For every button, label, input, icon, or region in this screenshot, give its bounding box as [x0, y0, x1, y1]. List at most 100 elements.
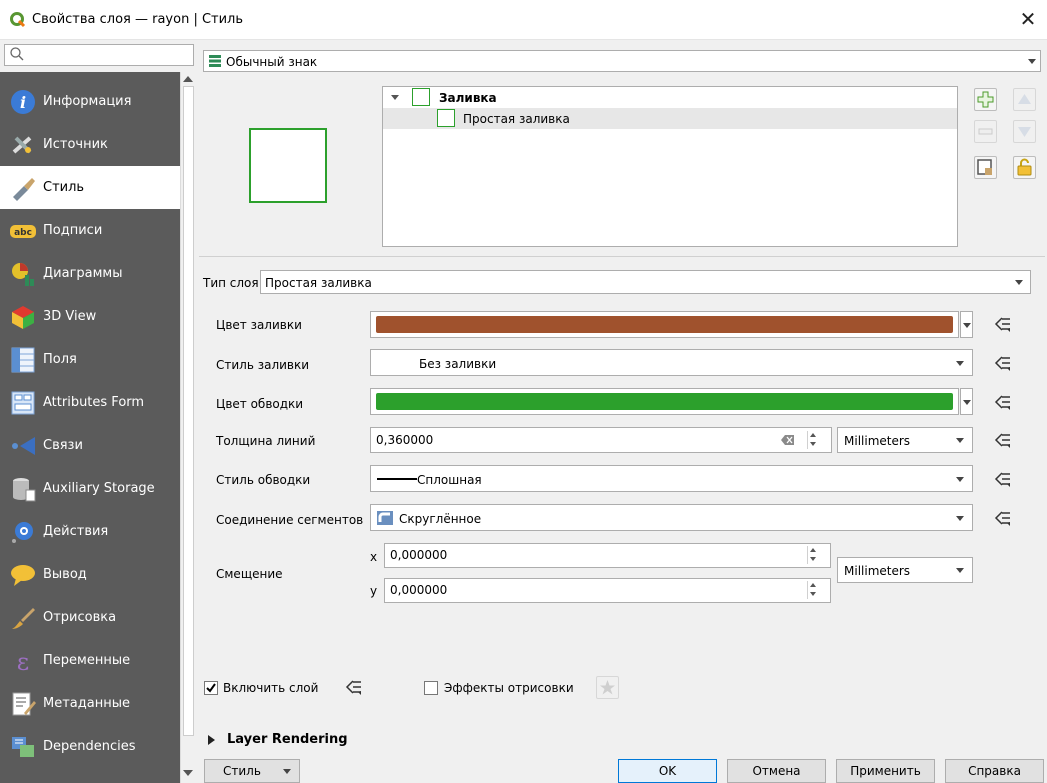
scroll-up-arrow-icon[interactable]	[183, 76, 193, 82]
sidebar-item-metadata[interactable]: Метаданные	[0, 682, 180, 725]
tree-row-fill[interactable]: Заливка	[383, 87, 957, 108]
sidebar-item-label: Dependencies	[43, 739, 136, 754]
stroke-width-unit-select[interactable]: Millimeters	[837, 427, 973, 453]
sidebar-item-attributes-form[interactable]: Attributes Form	[0, 381, 180, 424]
sidebar-item-info[interactable]: i Информация	[0, 80, 180, 123]
sidebar-scrollbar[interactable]	[180, 72, 196, 783]
svg-text:ε: ε	[17, 648, 29, 674]
join-style-select[interactable]: Скруглённое	[370, 504, 973, 531]
expand-arrow-icon[interactable]	[208, 735, 215, 745]
stroke-color-menu-button[interactable]	[960, 388, 973, 415]
symbol-layer-tree: Заливка Простая заливка	[382, 86, 958, 247]
sidebar-item-rendering[interactable]: Отрисовка	[0, 596, 180, 639]
stroke-style-select[interactable]: Сплошная	[370, 465, 973, 492]
lock-layer-button[interactable]	[1013, 156, 1036, 179]
qgis-logo-icon	[10, 12, 26, 28]
close-button[interactable]: ✕	[1015, 6, 1041, 32]
sidebar-item-joins[interactable]: Связи	[0, 424, 180, 467]
data-defined-override-icon[interactable]	[994, 316, 1012, 332]
scroll-thumb[interactable]	[183, 86, 194, 736]
sidebar-item-3d-view[interactable]: 3D View	[0, 295, 180, 338]
draw-effects-button[interactable]	[596, 676, 619, 699]
solid-line-icon	[377, 478, 417, 480]
draw-effects-checkbox[interactable]	[424, 681, 438, 695]
cancel-button[interactable]: Отмена	[727, 759, 826, 783]
chevron-down-icon	[956, 438, 964, 443]
stroke-style-value: Сплошная	[417, 473, 482, 487]
sidebar-item-auxiliary-storage[interactable]: Auxiliary Storage	[0, 467, 180, 510]
fill-color-menu-button[interactable]	[960, 311, 973, 338]
renderer-type-select[interactable]: Обычный знак	[203, 50, 1041, 72]
duplicate-layer-button[interactable]	[974, 156, 997, 179]
offset-x-input[interactable]: 0,000000	[384, 543, 831, 568]
sidebar-item-label: Подписи	[43, 223, 103, 238]
enable-layer-checkbox[interactable]	[204, 681, 218, 695]
fill-style-select[interactable]: Без заливки	[370, 349, 973, 376]
fill-swatch	[412, 88, 430, 106]
symbol-preview	[249, 128, 327, 203]
move-up-button[interactable]	[1013, 88, 1036, 111]
fill-color-swatch	[376, 316, 953, 333]
sidebar-item-source[interactable]: Источник	[0, 123, 180, 166]
offset-y-spinner[interactable]	[807, 581, 819, 599]
data-defined-override-icon[interactable]	[994, 394, 1012, 410]
sidebar-item-fields[interactable]: Поля	[0, 338, 180, 381]
cube-3d-icon	[12, 306, 34, 329]
actions-gear-icon	[12, 522, 33, 543]
remove-layer-button[interactable]	[974, 120, 997, 143]
draw-effects-label: Эффекты отрисовки	[444, 681, 574, 695]
fill-style-value: Без заливки	[419, 357, 497, 371]
tree-root-label: Заливка	[439, 91, 497, 105]
add-layer-button[interactable]	[974, 88, 997, 111]
stroke-width-input[interactable]: 0,360000	[370, 427, 832, 453]
layer-rendering-header[interactable]: Layer Rendering	[227, 732, 348, 747]
splitter[interactable]	[199, 256, 1045, 257]
layer-type-select[interactable]: Простая заливка	[260, 270, 1031, 294]
clear-icon[interactable]	[781, 434, 795, 446]
sidebar-item-actions[interactable]: Действия	[0, 510, 180, 553]
fill-color-button[interactable]	[370, 311, 959, 338]
ok-button[interactable]: OK	[618, 759, 717, 783]
sidebar-item-label: Переменные	[43, 653, 131, 668]
join-style-value: Скруглённое	[399, 512, 482, 526]
tree-row-simple-fill[interactable]: Простая заливка	[383, 108, 957, 129]
brush-icon	[12, 608, 35, 629]
sidebar-item-dependencies[interactable]: Dependencies	[0, 725, 180, 768]
sidebar-item-variables[interactable]: ε Переменные	[0, 639, 180, 682]
chevron-down-icon	[956, 361, 964, 366]
sidebar-item-label: Поля	[43, 352, 77, 367]
offset-y-input[interactable]: 0,000000	[384, 578, 831, 603]
sidebar-item-label: Действия	[43, 524, 109, 539]
sidebar-item-label: Информация	[43, 94, 132, 109]
sidebar-item-labels[interactable]: abc Подписи	[0, 209, 180, 252]
data-defined-override-icon[interactable]	[345, 679, 363, 695]
offset-unit-select[interactable]: Millimeters	[837, 557, 973, 583]
data-defined-override-icon[interactable]	[994, 471, 1012, 487]
tree-child-label: Простая заливка	[463, 112, 570, 126]
apply-button[interactable]: Применить	[836, 759, 935, 783]
form-icon	[11, 391, 35, 415]
chevron-down-icon	[956, 477, 964, 482]
data-defined-override-icon[interactable]	[994, 432, 1012, 448]
search-input[interactable]	[4, 44, 194, 66]
stroke-color-button[interactable]	[370, 388, 959, 415]
sidebar-item-style[interactable]: Стиль	[0, 166, 180, 209]
chevron-down-icon	[1015, 280, 1023, 285]
sidebar-item-diagrams[interactable]: Диаграммы	[0, 252, 180, 295]
stroke-width-spinner[interactable]	[807, 431, 819, 449]
style-menu-button[interactable]: Стиль	[204, 759, 300, 783]
data-defined-override-icon[interactable]	[994, 355, 1012, 371]
sidebar-item-display[interactable]: Вывод	[0, 553, 180, 596]
scroll-down-arrow-icon[interactable]	[183, 770, 193, 776]
sidebar-item-label: Источник	[43, 137, 108, 152]
move-down-button[interactable]	[1013, 120, 1036, 143]
help-button[interactable]: Справка	[945, 759, 1044, 783]
abc-labels-icon: abc	[10, 225, 36, 238]
offset-label: Смещение	[216, 567, 283, 581]
metadata-icon	[12, 692, 36, 716]
expand-arrow-icon[interactable]	[391, 95, 399, 100]
stroke-width-value: 0,360000	[376, 433, 434, 447]
offset-x-spinner[interactable]	[807, 546, 819, 564]
data-defined-override-icon[interactable]	[994, 510, 1012, 526]
style-button-label: Стиль	[223, 764, 261, 778]
